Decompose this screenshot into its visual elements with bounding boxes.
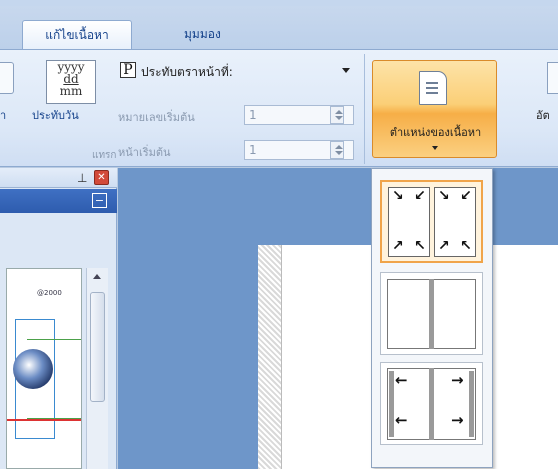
next-button-icon[interactable] [547, 62, 558, 94]
title-edge [0, 0, 558, 6]
pane-title-bar: − [0, 189, 117, 213]
ribbon-tab-strip: แก้ไขเนื้อหา มุมมอง [0, 0, 558, 50]
pane-scrollbar[interactable] [86, 268, 108, 469]
scroll-up-icon[interactable] [93, 274, 101, 279]
close-icon[interactable]: ✕ [94, 170, 109, 185]
arrow-right-icon: → [451, 411, 464, 429]
page-gutter [258, 245, 282, 469]
tab-view[interactable]: มุมมอง [172, 20, 233, 50]
scroll-thumb[interactable] [90, 292, 105, 402]
option-side-arrows[interactable]: ← → ← → [380, 362, 483, 445]
pin-icon[interactable]: ⊥ [77, 171, 87, 185]
arrow-right-icon: → [451, 371, 464, 389]
arrow-up-left-icon: ↖ [414, 238, 426, 254]
start-number-label: หมายเลขเริ่มต้น [118, 111, 195, 124]
arrow-down-right-icon: ↘ [438, 188, 450, 204]
tab-edit-content[interactable]: แก้ไขเนื้อหา [22, 20, 132, 50]
calendar-icon[interactable]: yyyy dd mm [46, 60, 96, 104]
content-position-button[interactable]: ตำแหน่งของเนื้อหา [372, 60, 497, 158]
group-label-insert: แทรก [92, 150, 117, 161]
start-page-label: หน้าเริ่มต้น [118, 146, 171, 159]
chevron-down-icon[interactable] [342, 68, 350, 73]
arrow-left-icon: ← [395, 371, 408, 389]
arrow-down-left-icon: ↙ [414, 188, 426, 204]
thumbnail-globe-image [13, 349, 53, 389]
arrow-up-right-icon: ↗ [392, 238, 404, 254]
arrow-up-left-icon: ↖ [460, 238, 472, 254]
option-corner-arrows[interactable]: ↘ ↙ ↘ ↙ ↗ ↖ ↗ ↖ [380, 180, 483, 263]
arrow-down-right-icon: ↘ [392, 188, 404, 204]
next-button-label: อัต [536, 109, 550, 122]
option-center-gutter[interactable] [380, 272, 483, 355]
document-icon [419, 71, 447, 105]
start-page-spinner[interactable] [330, 141, 344, 159]
pane-header: ⊥ ✕ [0, 168, 117, 188]
start-number-spinner[interactable] [330, 106, 344, 124]
group-separator [364, 54, 365, 164]
content-position-label: ตำแหน่งของเนื้อหา [389, 126, 482, 139]
page-stamp-icon: P [120, 62, 136, 78]
page-thumbnail[interactable]: @2000 [6, 268, 82, 469]
ribbon-panel: า yyyy dd mm ประทับวัน P ประทับตราหน้าที… [0, 49, 558, 167]
arrow-down-left-icon: ↙ [460, 188, 472, 204]
collapse-icon[interactable]: − [92, 193, 107, 208]
stamp-date-label[interactable]: ประทับวัน [32, 106, 79, 124]
arrow-up-right-icon: ↗ [438, 238, 450, 254]
previous-button-label: า [0, 109, 7, 122]
arrow-left-icon: ← [395, 411, 408, 429]
previous-button-icon[interactable] [0, 62, 14, 94]
dropdown-arrow-icon [432, 146, 438, 150]
page-stamp-label[interactable]: ประทับตราหน้าที่: [141, 63, 233, 82]
